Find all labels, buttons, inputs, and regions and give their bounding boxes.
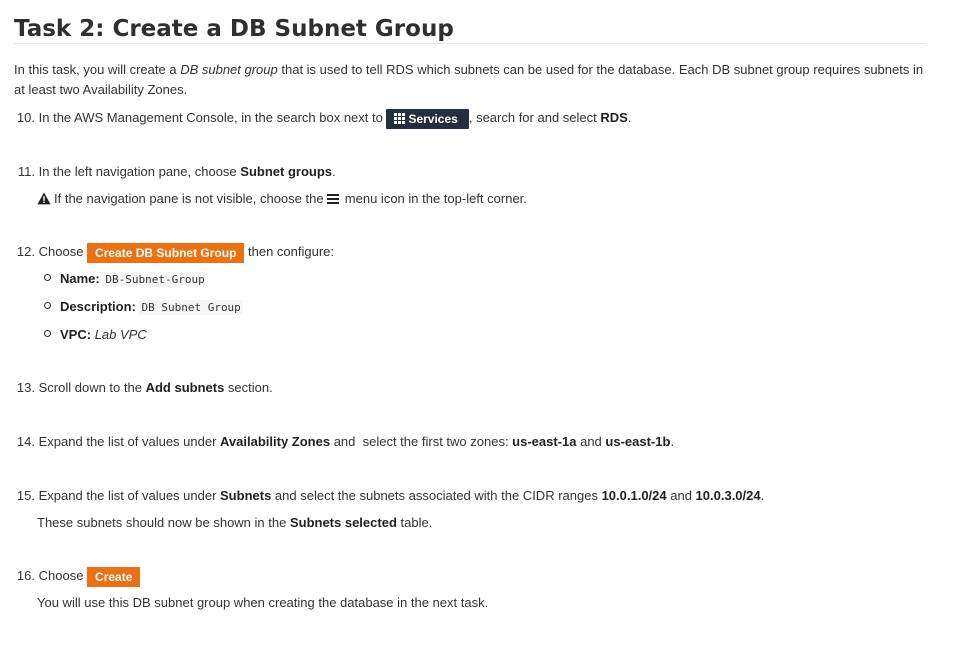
- list-item-vpc: VPC: Lab VPC: [44, 325, 147, 345]
- step-text: then configure:: [244, 244, 335, 259]
- field-value: DB-Subnet-Group: [103, 272, 207, 287]
- step-text: Expand the list of values under: [38, 434, 221, 449]
- step-16: 16. Choose Create: [14, 566, 926, 587]
- step-text: section.: [224, 380, 273, 395]
- step-11: 11. In the left navigation pane, choose …: [14, 162, 926, 182]
- bullet-icon: [44, 274, 51, 281]
- task-section: Task 2: Create a DB Subnet Group In this…: [14, 0, 926, 610]
- step-text: and select the subnets associated with t…: [271, 488, 602, 503]
- step-text: and select the first two zones:: [330, 434, 513, 449]
- note-text: You will use this DB subnet group when c…: [37, 595, 489, 610]
- grid-icon: [394, 112, 406, 124]
- step-15-note: These subnets should now be shown in the…: [14, 513, 949, 533]
- step-bold-text: Subnet groups: [240, 164, 332, 179]
- step-15: 15. Expand the list of values under Subn…: [14, 486, 926, 506]
- step-bold-text: RDS: [600, 110, 628, 125]
- field-label: VPC:: [60, 327, 92, 342]
- note-text: If the navigation pane is not visible, c…: [54, 191, 328, 206]
- step-text: In the left navigation pane, choose: [38, 164, 241, 179]
- step-16-note: You will use this DB subnet group when c…: [14, 593, 949, 613]
- bullet-icon: [44, 302, 51, 309]
- step-text: In the AWS Management Console, in the se…: [38, 110, 387, 125]
- title-divider: [14, 43, 926, 44]
- services-button[interactable]: Services: [386, 108, 469, 129]
- step-number: 14.: [16, 434, 35, 449]
- step-text: , search for and select: [468, 110, 601, 125]
- step-text: .: [332, 164, 336, 179]
- step-bold-text: Availability Zones: [220, 434, 331, 449]
- field-label: Description:: [60, 299, 136, 314]
- step-13: 13. Scroll down to the Add subnets secti…: [14, 378, 926, 398]
- note-text: table.: [396, 515, 433, 530]
- field-value: Lab VPC: [94, 327, 147, 342]
- step-bold-text: Add subnets: [145, 380, 225, 395]
- step-12: 12. Choose Create DB Subnet Group then c…: [14, 242, 926, 263]
- services-button-label: Services: [408, 111, 458, 126]
- list-item-description: Description: DB Subnet Group: [44, 297, 243, 318]
- step-text: .: [760, 488, 765, 503]
- intro-emphasis: DB subnet group: [180, 62, 278, 77]
- step-number: 10.: [16, 110, 35, 125]
- note-bold-text: Subnets selected: [289, 515, 397, 530]
- step-bold-text: us-east-1b: [605, 434, 671, 449]
- create-button[interactable]: Create: [87, 566, 141, 587]
- field-label: Name:: [60, 271, 100, 286]
- step-number: 11.: [17, 164, 35, 179]
- bullet-icon: [44, 330, 51, 337]
- step-bold-text: 10.0.1.0/24: [601, 488, 667, 503]
- warning-icon: [37, 192, 51, 205]
- step-text: Expand the list of values under: [38, 488, 221, 503]
- step-text: and: [576, 434, 606, 449]
- step-number: 15.: [16, 488, 35, 503]
- step-text: .: [670, 434, 675, 449]
- step-bold-text: us-east-1a: [512, 434, 577, 449]
- step-10: 10. In the AWS Management Console, in th…: [14, 108, 926, 129]
- intro-paragraph: In this task, you will create a DB subne…: [14, 60, 926, 100]
- field-value: DB Subnet Group: [139, 300, 243, 315]
- step-number: 13.: [16, 380, 35, 395]
- step-text: .: [627, 110, 632, 125]
- step-bold-text: 10.0.3.0/24: [695, 488, 761, 503]
- step-text: Scroll down to the: [38, 380, 146, 395]
- note-text: These subnets should now be shown in the: [37, 515, 290, 530]
- list-item-name: Name: DB-Subnet-Group: [44, 269, 207, 290]
- step-number: 16.: [16, 568, 35, 583]
- create-db-subnet-group-button[interactable]: Create DB Subnet Group: [87, 242, 245, 263]
- intro-text-1: In this task, you will create a: [14, 62, 181, 77]
- step-14: 14. Expand the list of values under Avai…: [14, 432, 926, 452]
- step-11-note: If the navigation pane is not visible, c…: [14, 189, 949, 209]
- note-text: menu icon in the top-left corner.: [341, 191, 527, 206]
- step-text: and: [666, 488, 696, 503]
- hamburger-menu-icon: [327, 194, 340, 204]
- page-title: Task 2: Create a DB Subnet Group: [14, 16, 454, 42]
- step-bold-text: Subnets: [220, 488, 272, 503]
- step-text: Choose: [38, 244, 88, 259]
- step-text: Choose: [38, 568, 88, 583]
- step-number: 12.: [16, 244, 35, 259]
